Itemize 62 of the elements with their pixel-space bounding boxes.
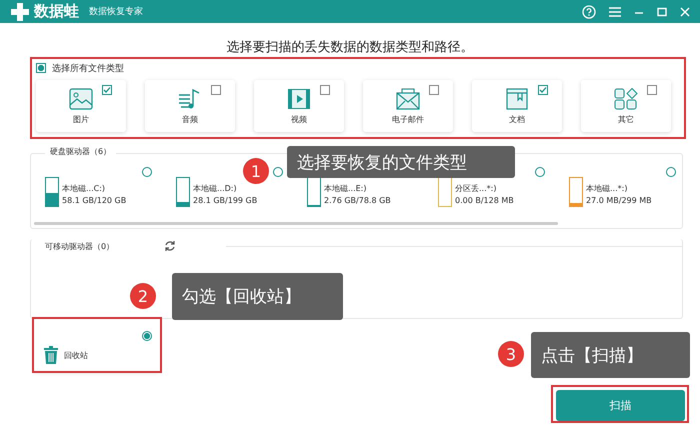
close-icon[interactable] xyxy=(680,6,690,16)
file-type-label: 视频 xyxy=(291,114,307,124)
menu-icon[interactable] xyxy=(609,6,621,18)
select-all-checkbox[interactable]: 选择所有文件类型 xyxy=(36,61,680,75)
radio-button[interactable] xyxy=(142,167,152,177)
file-type-label: 音频 xyxy=(182,114,198,124)
music-note-icon xyxy=(178,88,202,110)
refresh-icon[interactable] xyxy=(164,240,176,252)
scan-button[interactable]: 扫描 xyxy=(556,390,685,421)
app-name: 数据蛙 xyxy=(34,2,79,21)
drive-name: 分区丢...*:) xyxy=(455,183,498,195)
file-type-card[interactable]: 视频 xyxy=(254,80,344,132)
film-icon xyxy=(287,88,311,110)
radio-button[interactable] xyxy=(535,167,545,177)
app-subtitle: 数据恢复专家 xyxy=(89,6,143,18)
drive-usage: 0.00 B/128 MB xyxy=(455,195,514,207)
image-icon xyxy=(69,88,93,110)
file-type-card[interactable]: 文档 xyxy=(472,80,562,132)
section-label: 硬盘驱动器（6） xyxy=(45,146,116,157)
checkbox[interactable] xyxy=(647,85,657,95)
file-type-card[interactable]: 电子邮件 xyxy=(363,80,453,132)
radio-button[interactable] xyxy=(273,167,283,177)
step-number-badge: 1 xyxy=(243,158,269,184)
drive-usage: 58.1 GB/120 GB xyxy=(62,195,126,207)
page-heading: 选择要扫描的丢失数据的数据类型和路径。 xyxy=(226,39,474,57)
file-type-card[interactable]: 其它 xyxy=(581,80,671,132)
checkbox[interactable] xyxy=(211,85,221,95)
scrollbar[interactable] xyxy=(34,222,558,225)
callout-tooltip: 点击【扫描】 xyxy=(531,332,690,378)
radio-button[interactable] xyxy=(666,167,676,177)
drive-name: 本地磁...C:) xyxy=(62,183,106,195)
drive-name: 本地磁...D:) xyxy=(193,183,238,195)
file-type-label: 其它 xyxy=(618,114,634,124)
file-type-label: 文档 xyxy=(509,114,525,124)
document-icon xyxy=(505,88,529,110)
file-type-card[interactable]: 音频 xyxy=(145,80,235,132)
drive-name: 本地磁...E:) xyxy=(324,183,368,195)
help-icon[interactable] xyxy=(582,4,596,18)
maximize-icon[interactable] xyxy=(657,6,667,16)
grid-shapes-icon xyxy=(614,88,638,110)
recycle-bin-label: 回收站 xyxy=(64,350,88,360)
callout-tooltip: 勾选【回收站】 xyxy=(172,273,343,320)
plus-logo-icon xyxy=(10,2,30,22)
step-number-badge: 3 xyxy=(498,341,524,367)
drive-usage: 2.76 GB/78.8 GB xyxy=(324,195,391,207)
checkbox[interactable] xyxy=(538,85,548,95)
checkbox[interactable] xyxy=(320,85,330,95)
step-number-badge: 2 xyxy=(130,283,156,309)
drive-name: 本地磁...*:) xyxy=(586,183,628,195)
file-type-label: 电子邮件 xyxy=(392,114,424,124)
drive-usage: 28.1 GB/199 GB xyxy=(193,195,258,207)
section-label: 可移动驱动器（0） xyxy=(45,240,114,252)
recycle-bin-card[interactable]: 回收站 xyxy=(34,319,160,373)
file-type-label: 图片 xyxy=(73,114,89,124)
drive-usage: 27.0 MB/299 MB xyxy=(586,195,652,207)
file-type-card[interactable]: 图片 xyxy=(36,80,126,132)
checkbox[interactable] xyxy=(429,85,439,95)
envelope-icon xyxy=(396,88,420,110)
callout-tooltip: 选择要恢复的文件类型 xyxy=(287,146,515,178)
checkbox[interactable] xyxy=(102,85,112,95)
radio-button[interactable] xyxy=(142,331,152,341)
trash-icon xyxy=(43,346,59,364)
